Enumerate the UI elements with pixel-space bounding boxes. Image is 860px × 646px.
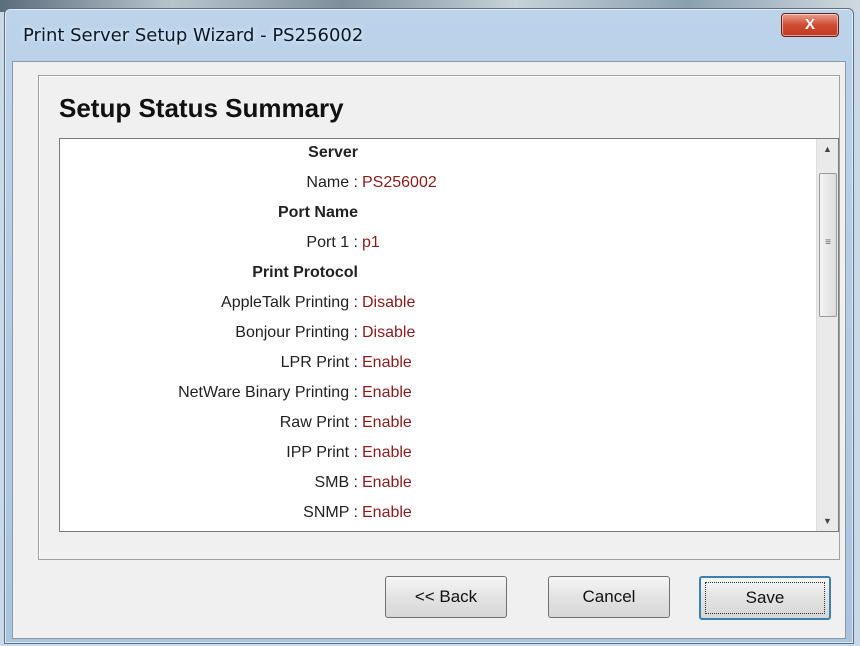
row-label: SNMP :: [303, 504, 358, 521]
scroll-down-arrow-icon[interactable]: ▼: [817, 511, 838, 531]
grip-icon: ≡: [825, 237, 831, 248]
row-value: Enable: [362, 414, 412, 431]
summary-row: NetWare Binary Printing : Enable: [60, 379, 816, 407]
row-label: Bonjour Printing :: [235, 324, 358, 341]
section-heading-print-protocol: Print Protocol: [252, 264, 358, 281]
row-value: p1: [362, 234, 380, 251]
row-value: Enable: [362, 474, 412, 491]
scroll-up-arrow-icon[interactable]: ▲: [817, 139, 838, 159]
vertical-scrollbar[interactable]: ▲ ≡ ▼: [816, 139, 838, 531]
close-button[interactable]: X: [781, 13, 839, 37]
summary-row: SNMP : Enable: [60, 499, 816, 527]
row-value: Enable: [362, 444, 412, 461]
summary-content: Server Name : PS256002 Port Name Port 1 …: [60, 139, 816, 531]
row-value: Enable: [362, 354, 412, 371]
summary-list[interactable]: Server Name : PS256002 Port Name Port 1 …: [59, 138, 839, 532]
save-button[interactable]: Save: [699, 576, 831, 620]
row-label: Port 1 :: [306, 234, 358, 251]
row-label: AppleTalk Printing :: [221, 294, 358, 311]
cancel-button[interactable]: Cancel: [548, 576, 670, 618]
dialog-client-area: Setup Status Summary Server Name : PS256…: [12, 61, 846, 639]
summary-row: Port 1 : p1: [60, 229, 816, 257]
window-title: Print Server Setup Wizard - PS256002: [23, 25, 364, 46]
summary-row: AppleTalk Printing : Disable: [60, 289, 816, 317]
close-icon: X: [804, 16, 815, 33]
title-bar[interactable]: Print Server Setup Wizard - PS256002 X: [5, 9, 853, 69]
row-label: Name :: [306, 174, 358, 191]
scroll-thumb[interactable]: ≡: [819, 173, 837, 317]
page-title: Setup Status Summary: [59, 93, 344, 123]
row-label: SMB :: [314, 474, 358, 491]
row-label: Raw Print :: [279, 414, 358, 431]
row-value: Enable: [362, 384, 412, 401]
row-label: NetWare Binary Printing :: [178, 384, 358, 401]
summary-row: SMB : Enable: [60, 469, 816, 497]
summary-row: LPR Print : Enable: [60, 349, 816, 377]
wizard-window: Print Server Setup Wizard - PS256002 X S…: [4, 8, 854, 644]
summary-row: Raw Print : Enable: [60, 409, 816, 437]
summary-row: Bonjour Printing : Disable: [60, 319, 816, 347]
row-label: LPR Print :: [280, 354, 358, 371]
section-heading-port-name: Port Name: [277, 204, 358, 221]
focus-rectangle: [705, 582, 825, 614]
row-value: PS256002: [362, 174, 437, 191]
summary-row: IPP Print : Enable: [60, 439, 816, 467]
row-value: Disable: [362, 324, 416, 341]
section-heading-server: Server: [308, 144, 358, 161]
row-label: IPP Print :: [286, 444, 358, 461]
summary-row: Name : PS256002: [60, 169, 816, 197]
row-value: Enable: [362, 504, 412, 521]
back-button[interactable]: << Back: [385, 576, 507, 618]
row-value: Disable: [362, 294, 416, 311]
